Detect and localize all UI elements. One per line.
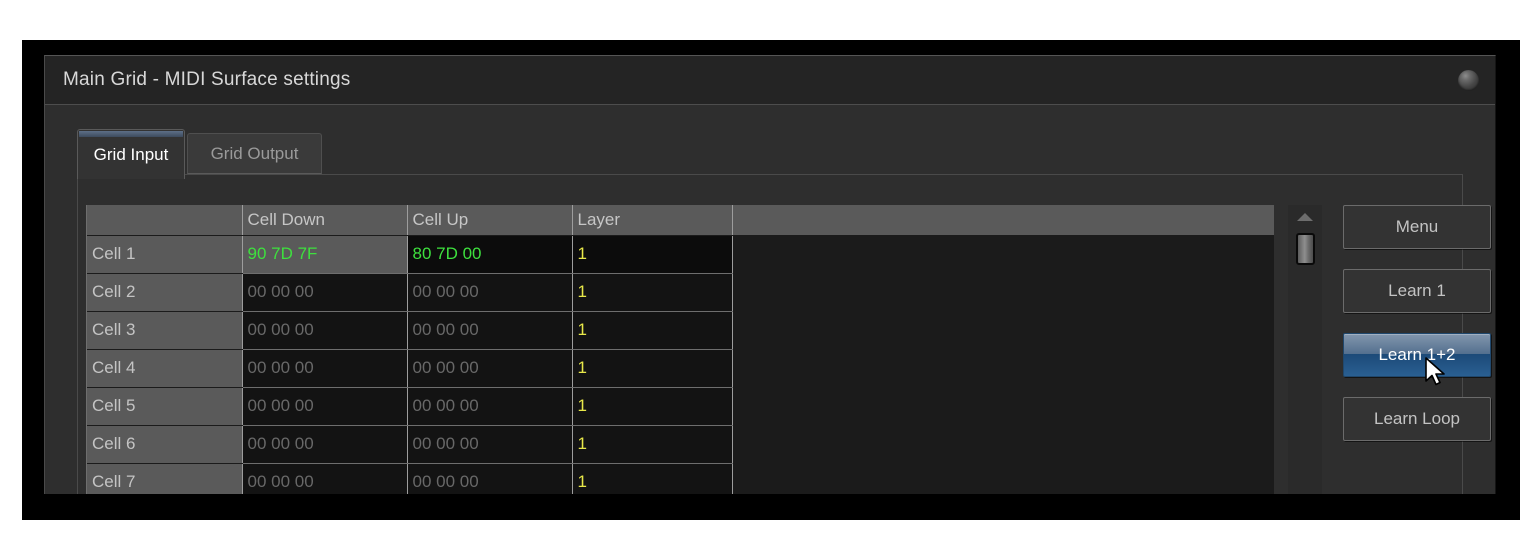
- cell-down-value[interactable]: 90 7D 7F: [242, 235, 408, 274]
- cell-up-value[interactable]: 00 00 00: [407, 463, 573, 494]
- table-row[interactable]: Cell 3 00 00 00 00 00 00 1: [87, 311, 1274, 350]
- header-rowlabel: [87, 205, 243, 236]
- learn-1-button[interactable]: Learn 1: [1343, 269, 1491, 313]
- tab-grid-output[interactable]: Grid Output: [187, 133, 322, 174]
- cell-up-value[interactable]: 00 00 00: [407, 273, 573, 312]
- tab-grid-input[interactable]: Grid Input: [77, 129, 185, 179]
- menu-button[interactable]: Menu: [1343, 205, 1491, 249]
- table-row[interactable]: Cell 6 00 00 00 00 00 00 1: [87, 425, 1274, 464]
- panel-title: Main Grid - MIDI Surface settings: [63, 69, 351, 90]
- cell-down-value[interactable]: 00 00 00: [242, 273, 408, 312]
- screen-root: Main Grid - MIDI Surface settings Grid I…: [0, 0, 1540, 542]
- cell-down-value[interactable]: 00 00 00: [242, 425, 408, 464]
- learn-loop-button[interactable]: Learn Loop: [1343, 397, 1491, 441]
- cell-row-label: Cell 7: [87, 463, 243, 494]
- cell-layer-value[interactable]: 1: [572, 273, 733, 312]
- cell-row-label: Cell 1: [87, 235, 243, 274]
- row-filler: [732, 311, 1274, 350]
- table-row[interactable]: Cell 7 00 00 00 00 00 00 1: [87, 463, 1274, 494]
- cell-up-value[interactable]: 00 00 00: [407, 425, 573, 464]
- cell-up-value[interactable]: 80 7D 00: [407, 235, 573, 274]
- grid-vertical-scrollbar[interactable]: [1288, 205, 1322, 494]
- row-filler: [732, 273, 1274, 312]
- cell-down-value[interactable]: 00 00 00: [242, 349, 408, 388]
- table-row[interactable]: Cell 1 90 7D 7F 80 7D 00 1: [87, 235, 1274, 274]
- cell-down-value[interactable]: 00 00 00: [242, 387, 408, 426]
- cell-up-value[interactable]: 00 00 00: [407, 311, 573, 350]
- cell-row-label: Cell 5: [87, 387, 243, 426]
- sphere-button-icon[interactable]: [1458, 70, 1479, 91]
- header-layer[interactable]: Layer: [572, 205, 733, 236]
- row-filler: [732, 235, 1274, 274]
- scrollbar-thumb[interactable]: [1296, 233, 1315, 265]
- cell-row-label: Cell 6: [87, 425, 243, 464]
- table-header-row: Cell Down Cell Up Layer: [87, 205, 1274, 236]
- cell-layer-value[interactable]: 1: [572, 463, 733, 494]
- cell-down-value[interactable]: 00 00 00: [242, 311, 408, 350]
- row-filler: [732, 463, 1274, 494]
- cell-row-label: Cell 2: [87, 273, 243, 312]
- cell-layer-value[interactable]: 1: [572, 349, 733, 388]
- row-filler: [732, 349, 1274, 388]
- cell-up-value[interactable]: 00 00 00: [407, 387, 573, 426]
- grid-table-body: Cell 1 90 7D 7F 80 7D 00 1 Cell 2 00 00 00 00 …: [87, 235, 1274, 494]
- cell-row-label: Cell 4: [87, 349, 243, 388]
- row-filler: [732, 387, 1274, 426]
- cell-layer-value[interactable]: 1: [572, 235, 733, 274]
- cell-layer-value[interactable]: 1: [572, 311, 733, 350]
- learn-1-plus-2-button[interactable]: Learn 1+2: [1343, 333, 1491, 377]
- cell-layer-value[interactable]: 1: [572, 425, 733, 464]
- header-filler: [732, 205, 1274, 236]
- table-row[interactable]: Cell 5 00 00 00 00 00 00 1: [87, 387, 1274, 426]
- cell-down-value[interactable]: 00 00 00: [242, 463, 408, 494]
- cell-layer-value[interactable]: 1: [572, 387, 733, 426]
- midi-surface-settings-panel: Main Grid - MIDI Surface settings Grid I…: [44, 55, 1496, 494]
- table-row[interactable]: Cell 4 00 00 00 00 00 00 1: [87, 349, 1274, 388]
- action-button-bar: Menu Learn 1 Learn 1+2 Learn Loop: [1343, 205, 1493, 461]
- table-row[interactable]: Cell 2 00 00 00 00 00 00 1: [87, 273, 1274, 312]
- grid-table: Cell Down Cell Up Layer Cell 1 90 7D 7F 80…: [87, 205, 1274, 494]
- header-cell-up[interactable]: Cell Up: [407, 205, 573, 236]
- cell-row-label: Cell 3: [87, 311, 243, 350]
- row-filler: [732, 425, 1274, 464]
- cell-up-value[interactable]: 00 00 00: [407, 349, 573, 388]
- header-cell-down[interactable]: Cell Down: [242, 205, 408, 236]
- scroll-up-arrow-icon[interactable]: [1297, 213, 1313, 221]
- panel-title-bar: Main Grid - MIDI Surface settings: [45, 56, 1495, 105]
- grid-table-container[interactable]: Cell Down Cell Up Layer Cell 1 90 7D 7F 80…: [86, 205, 1274, 494]
